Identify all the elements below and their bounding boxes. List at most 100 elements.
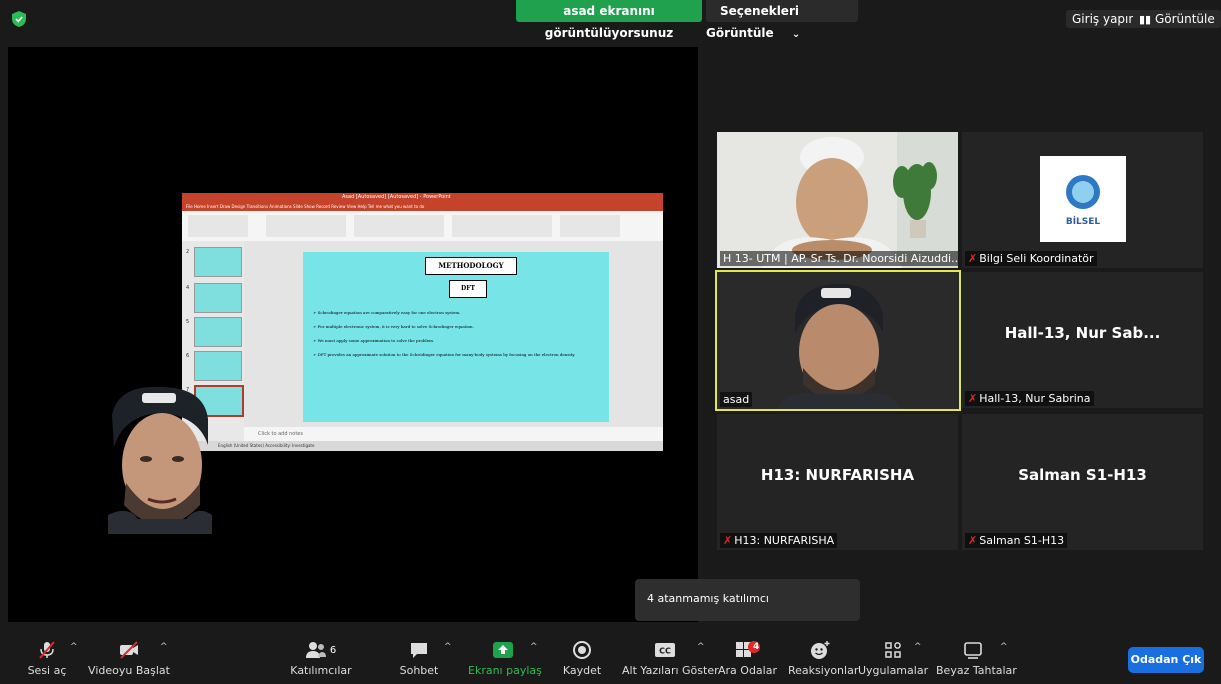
smile-plus-icon <box>788 640 852 660</box>
slide-subtitle: DFT <box>449 280 487 298</box>
ppt-editing-group[interactable] <box>560 215 620 237</box>
powerpoint-window[interactable]: Asad [Autosaved] [Autosaved] - PowerPoin… <box>182 193 663 451</box>
svg-text:BİLSEL: BİLSEL <box>1066 216 1101 227</box>
thumb-number: 6 <box>186 353 190 359</box>
share-screen-icon <box>468 640 538 660</box>
participant-name: ✗ H13: NURFARISHA <box>720 533 838 548</box>
chat-button[interactable]: Sohbet <box>398 634 440 684</box>
ppt-ribbon-tabs-text: File Home Insert Draw Design Transitions… <box>186 204 425 209</box>
video-off-icon <box>88 640 170 660</box>
participants-icon: 6 <box>288 640 354 660</box>
ppt-status-text: English (United States) Accessibility: I… <box>218 443 315 448</box>
ppt-clipboard-group[interactable] <box>188 215 248 237</box>
slide-bullet: ➢ Schrodinger equation are comparatively… <box>313 310 461 315</box>
participant-name: asad <box>720 392 753 407</box>
slide-thumbnail[interactable] <box>194 351 242 381</box>
chat-icon <box>398 640 440 660</box>
meeting-toolbar <box>0 634 1221 684</box>
slide-thumbnail[interactable] <box>194 317 242 347</box>
participant-tile[interactable]: BİLSEL ✗ Bilgi Seli Koordinatör <box>962 132 1203 268</box>
breakout-tooltip: 4 atanmamış katılımcı <box>635 579 860 621</box>
mic-muted-icon: ✗ <box>968 392 978 405</box>
reactions-button[interactable]: Reaksiyonlar <box>788 634 859 684</box>
participant-name: ✗ Hall-13, Nur Sabrina <box>965 391 1094 406</box>
ppt-font-group[interactable] <box>266 215 346 237</box>
captions-label: Alt Yazıları Göster <box>622 664 719 677</box>
breakout-rooms-button[interactable]: 4 Ara Odalar <box>718 634 777 684</box>
participant-tile[interactable]: Salman S1-H13 ✗ Salman S1-H13 <box>962 414 1203 550</box>
ppt-window-title: Asad [Autosaved] [Autosaved] - PowerPoin… <box>342 194 451 200</box>
whiteboard-icon <box>936 640 1010 660</box>
svg-text:CC: CC <box>659 647 671 656</box>
self-video-overlay[interactable] <box>108 385 212 534</box>
record-button[interactable]: Kaydet <box>562 634 602 684</box>
thumb-number: 4 <box>186 285 190 291</box>
reactions-label: Reaksiyonlar <box>788 664 859 677</box>
participant-video <box>717 272 959 409</box>
captions-options-caret[interactable]: ^ <box>697 642 705 652</box>
share-screen-button[interactable]: Ekranı paylaş <box>468 634 542 684</box>
ppt-notes-pane[interactable]: Click to add notes <box>244 427 663 441</box>
mic-muted-icon: ✗ <box>968 534 978 547</box>
breakout-badge: 4 <box>753 642 760 652</box>
notes-placeholder: Click to add notes <box>258 431 303 437</box>
record-icon <box>562 640 602 660</box>
view-layout-button[interactable]: ▮▮ Görüntüle <box>1133 10 1221 28</box>
slide-bullet: ➢ For multiple electronic system, it is … <box>313 324 474 329</box>
view-layout-label: Görüntüle <box>1154 12 1215 26</box>
mic-muted-icon: ✗ <box>968 252 978 265</box>
thumb-number: 2 <box>186 249 190 255</box>
view-options-label: Seçenekleri Görüntüle <box>706 4 799 40</box>
breakout-rooms-icon <box>718 640 776 660</box>
participant-name: H 13- UTM | AP. Sr Ts. Dr. Noorsidi Aizu… <box>720 251 958 266</box>
participant-name: ✗ Bilgi Seli Koordinatör <box>965 251 1097 266</box>
cc-icon: CC <box>622 640 708 660</box>
participant-tile[interactable]: Hall-13, Nur Sab... ✗ Hall-13, Nur Sabrin… <box>962 272 1203 408</box>
unmute-button[interactable]: Sesi aç <box>22 634 72 684</box>
breakout-rooms-label: Ara Odalar <box>718 664 777 677</box>
apps-options-caret[interactable]: ^ <box>914 642 922 652</box>
ppt-drawing-group[interactable] <box>452 215 552 237</box>
ppt-ribbon-tabs[interactable]: File Home Insert Draw Design Transitions… <box>182 202 663 211</box>
unmute-label: Sesi aç <box>27 664 67 677</box>
start-video-button[interactable]: Videoyu Başlat <box>88 634 170 684</box>
whiteboards-label: Beyaz Tahtalar <box>936 664 1017 677</box>
participant-name-text: Bilgi Seli Koordinatör <box>979 252 1094 265</box>
slide-title: METHODOLOGY <box>425 257 517 275</box>
slide-bullet: ➢ DFT provides an approximate solution t… <box>313 352 576 357</box>
share-screen-label: Ekranı paylaş <box>468 664 542 677</box>
sign-in-button[interactable]: Giriş yapın <box>1066 10 1142 28</box>
video-options-caret[interactable]: ^ <box>160 642 168 652</box>
participant-video <box>717 132 958 268</box>
leave-meeting-button[interactable]: Odadan Çık <box>1128 647 1204 673</box>
chevron-down-icon: ⌄ <box>791 29 801 40</box>
captions-button[interactable]: CC Alt Yazıları Göster <box>622 634 719 684</box>
whiteboard-options-caret[interactable]: ^ <box>1000 642 1008 652</box>
thumb-number: 5 <box>186 319 190 325</box>
shield-icon[interactable] <box>12 11 26 27</box>
participant-name-text: Salman S1-H13 <box>979 534 1065 547</box>
audio-options-caret[interactable]: ^ <box>70 642 78 652</box>
participants-button[interactable]: 6 Katılımcılar <box>288 634 354 684</box>
whiteboards-button[interactable]: Beyaz Tahtalar <box>936 634 1017 684</box>
view-options-button[interactable]: Seçenekleri Görüntüle ⌄ <box>706 0 858 40</box>
share-options-caret[interactable]: ^ <box>530 642 538 652</box>
slide-thumbnail[interactable] <box>194 247 242 277</box>
tooltip-text: 4 atanmamış katılımcı <box>647 592 769 605</box>
slide-thumbnail[interactable] <box>194 283 242 313</box>
slide-bullet: ➢ We must apply some approximation to so… <box>313 338 435 343</box>
participant-tile[interactable]: H 13- UTM | AP. Sr Ts. Dr. Noorsidi Aizu… <box>717 132 958 268</box>
participant-name-text: H13: NURFARISHA <box>734 534 835 547</box>
participants-label: Katılımcılar <box>290 664 352 677</box>
participant-big-name: Hall-13, Nur Sab... <box>1004 324 1161 342</box>
participant-name: ✗ Salman S1-H13 <box>965 533 1068 548</box>
current-slide[interactable]: METHODOLOGY DFT ➢ Schrodinger equation a… <box>303 252 609 422</box>
ppt-paragraph-group[interactable] <box>354 215 444 237</box>
ppt-ribbon[interactable] <box>182 211 663 242</box>
chat-options-caret[interactable]: ^ <box>444 642 452 652</box>
participant-big-name: Salman S1-H13 <box>1018 466 1147 484</box>
participant-tile[interactable]: H13: NURFARISHA ✗ H13: NURFARISHA <box>717 414 958 550</box>
participant-tile-active-speaker[interactable]: asad <box>715 270 961 411</box>
chat-label: Sohbet <box>399 664 439 677</box>
mic-muted-icon <box>22 640 72 660</box>
